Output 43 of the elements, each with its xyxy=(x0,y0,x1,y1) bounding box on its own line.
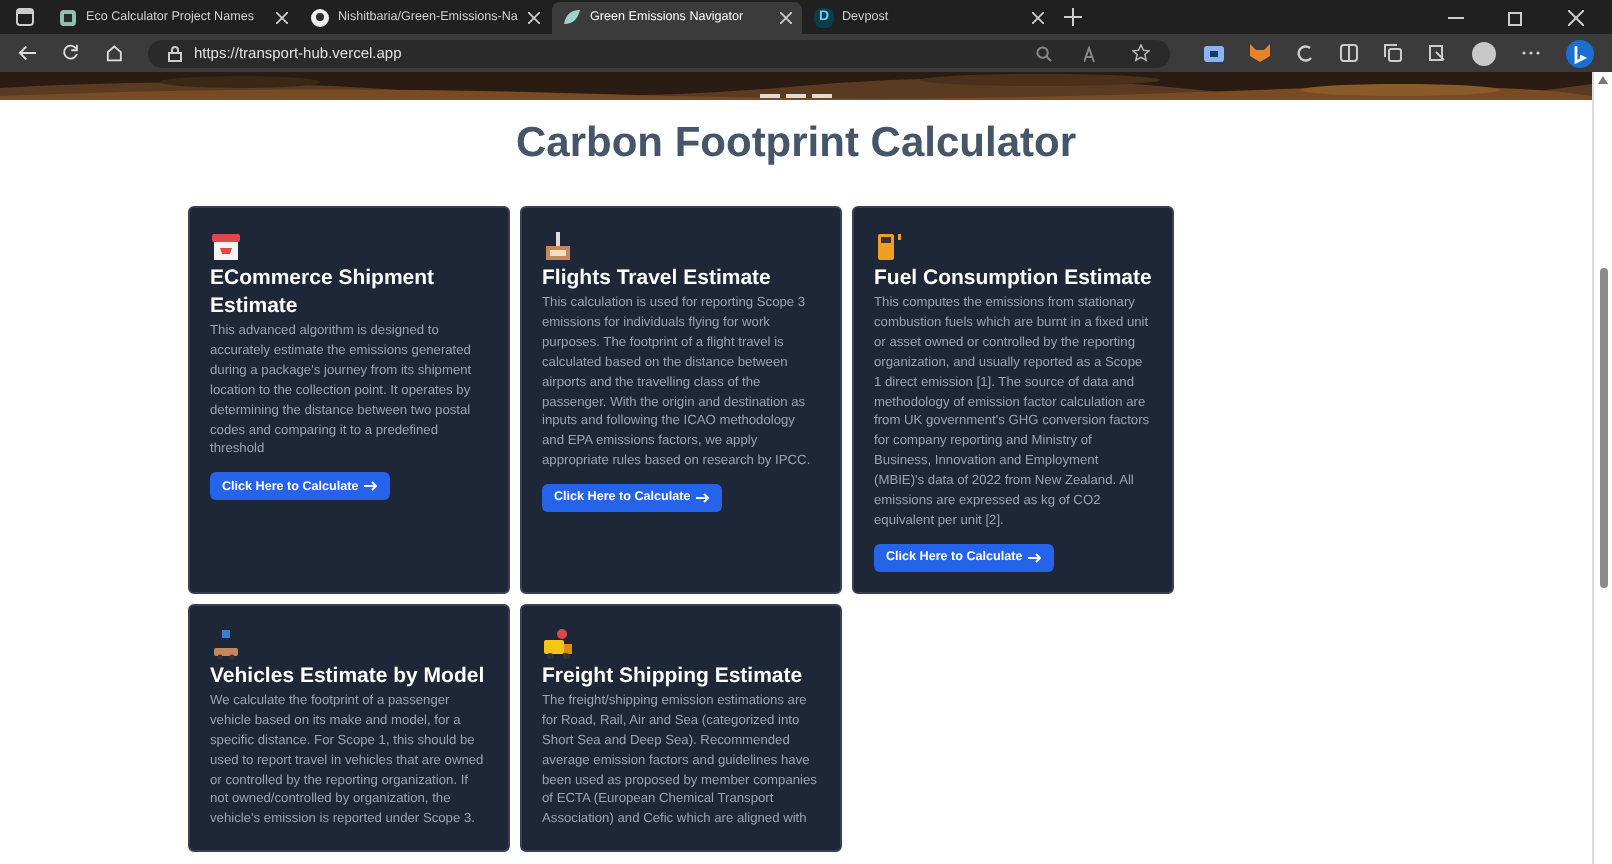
card-title: Vehicles Estimate by Model xyxy=(210,661,485,690)
shop-icon xyxy=(210,230,242,262)
close-window-icon[interactable] xyxy=(1568,9,1584,25)
card-title: Flights Travel Estimate xyxy=(542,264,771,292)
scrollbar[interactable] xyxy=(1592,72,1612,864)
scroll-up-icon[interactable] xyxy=(1598,76,1608,84)
fox-icon[interactable] xyxy=(1250,44,1271,62)
card-title: ECommerce Shipment Estimate xyxy=(210,264,437,320)
arrow-right-icon xyxy=(1028,551,1043,564)
car-icon xyxy=(210,627,242,660)
restore-icon[interactable] xyxy=(1508,9,1524,25)
collections-icon[interactable] xyxy=(1428,44,1447,62)
close-icon[interactable] xyxy=(276,12,288,24)
arrow-right-icon xyxy=(364,480,379,493)
delivery-truck-icon xyxy=(542,627,574,660)
profile-avatar[interactable] xyxy=(1472,41,1497,65)
zoom-icon[interactable] xyxy=(1036,45,1053,61)
document-icon xyxy=(58,8,78,28)
arrow-right-icon xyxy=(696,492,711,505)
airport-icon xyxy=(542,230,574,262)
leaf-icon xyxy=(562,8,582,28)
github-icon xyxy=(310,8,330,28)
close-icon[interactable] xyxy=(528,12,540,24)
close-icon[interactable] xyxy=(780,12,792,24)
read-aloud-icon[interactable] xyxy=(1084,45,1101,61)
close-icon[interactable] xyxy=(1032,12,1044,24)
copilot-icon[interactable] xyxy=(1566,39,1595,67)
tab-actions-icon[interactable] xyxy=(16,8,34,26)
lock-icon xyxy=(167,45,182,61)
card-title: Fuel Consumption Estimate xyxy=(874,264,1152,292)
new-tab-icon[interactable] xyxy=(1064,8,1082,26)
split-screen-icon[interactable] xyxy=(1340,44,1359,62)
favorites-icon[interactable] xyxy=(1384,44,1403,62)
refresh-icon[interactable] xyxy=(62,44,80,62)
scrollbar-thumb[interactable] xyxy=(1599,268,1607,588)
card-title: Freight Shipping Estimate xyxy=(542,661,803,690)
star-icon[interactable] xyxy=(1132,44,1151,62)
home-icon[interactable] xyxy=(105,44,122,62)
fuel-pump-icon xyxy=(874,230,906,262)
back-icon[interactable] xyxy=(18,44,37,62)
page-title: Carbon Footprint Calculator xyxy=(516,118,1076,170)
more-icon[interactable] xyxy=(1522,50,1541,56)
screen-icon[interactable] xyxy=(1204,45,1225,61)
